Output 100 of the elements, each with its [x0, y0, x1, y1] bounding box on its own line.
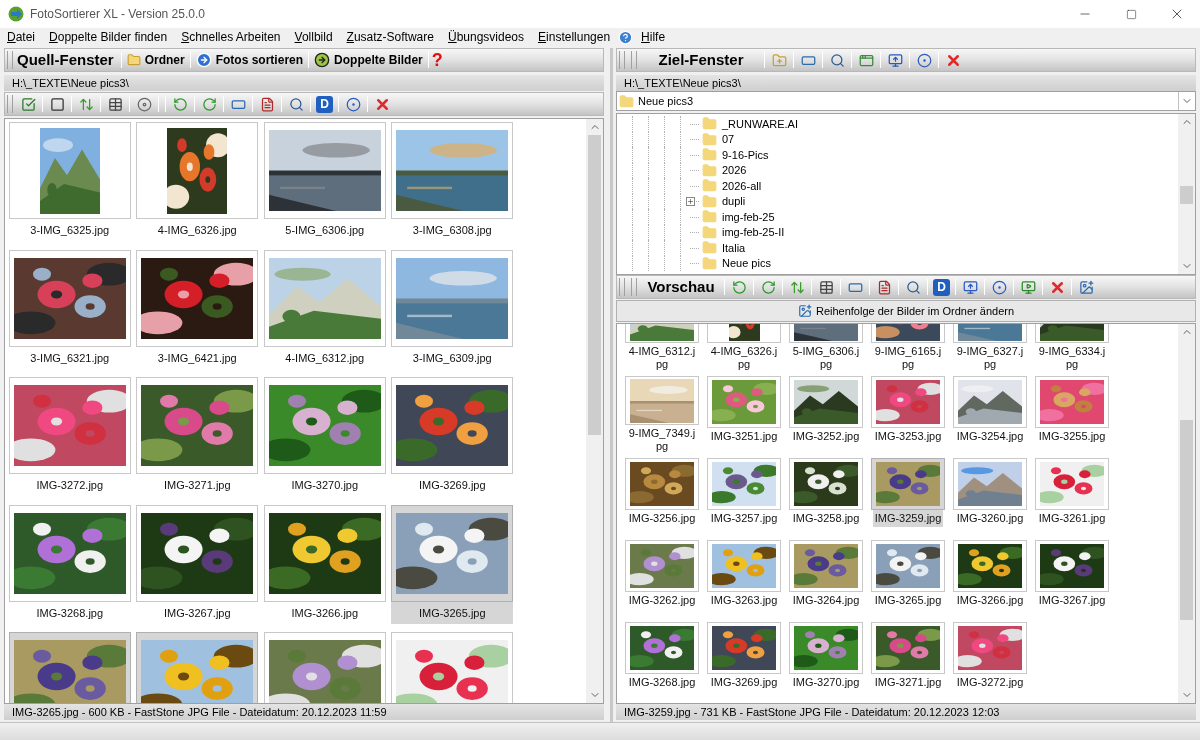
thumbnail[interactable] — [871, 376, 945, 428]
thumbnail[interactable] — [391, 632, 514, 703]
file-name: 3-IMG_6308.jpg — [412, 223, 492, 238]
menu-item[interactable]: Einstellungen — [532, 28, 617, 46]
status-text: IMG-3265.jpg - 600 KB - FastStone JPG File - Dateidatum: 20.12.2023 11:59 — [12, 704, 387, 720]
thumbnail[interactable] — [8, 377, 131, 474]
thumbnail[interactable] — [391, 249, 514, 347]
thumbnail[interactable] — [625, 622, 699, 674]
thumbnail[interactable] — [1035, 458, 1109, 510]
thumbnail[interactable] — [707, 622, 781, 674]
reorder-button[interactable]: Reihenfolge der Bilder im Ordner ändern — [616, 300, 1196, 322]
thumbnail[interactable] — [136, 504, 259, 602]
tree-item[interactable]: img-feb-25-II — [720, 224, 787, 241]
thumbnail[interactable] — [263, 249, 386, 347]
arrow-right-icon — [314, 52, 331, 68]
folder-dropdown[interactable]: Neue pics3 — [616, 91, 1196, 111]
thumbnail[interactable] — [263, 632, 386, 703]
menu-item[interactable]: Vollbild — [288, 28, 339, 46]
tree-item[interactable]: Italia — [720, 239, 748, 256]
tree-item[interactable]: dupli — [720, 193, 748, 210]
thumbnail[interactable] — [789, 458, 863, 510]
tree-item[interactable]: 2026 — [720, 162, 749, 179]
thumbnail[interactable] — [871, 458, 945, 510]
thumbnail[interactable] — [263, 122, 386, 219]
file-name: IMG-3266.jpg — [956, 594, 1024, 607]
tree-item[interactable]: 07 — [720, 131, 737, 148]
toolbar-button[interactable]: Fotos sortieren — [193, 51, 306, 69]
tree-item[interactable]: _RUNWARE.AI — [720, 115, 800, 132]
thumbnail[interactable] — [625, 458, 699, 510]
thumbnail[interactable] — [953, 458, 1027, 510]
menu-item[interactable]: Hilfe — [635, 28, 672, 46]
thumbnail[interactable] — [789, 376, 863, 428]
thumbnail[interactable] — [136, 249, 259, 347]
app-logo-icon — [8, 6, 24, 22]
thumbnail[interactable] — [136, 632, 259, 703]
thumbnail[interactable] — [263, 377, 386, 474]
thumbnail[interactable] — [391, 122, 514, 219]
menu-item[interactable]: Schnelles Arbeiten — [175, 28, 287, 46]
thumbnail[interactable] — [625, 376, 699, 425]
tree-item[interactable]: img-feb-25 — [720, 208, 777, 225]
thumbnail[interactable] — [263, 504, 386, 602]
file-name: IMG-3269.jpg — [418, 478, 486, 493]
tree-item[interactable]: 2026-all — [720, 177, 764, 194]
scroll-thumb[interactable] — [1180, 420, 1193, 620]
file-name: IMG-3255.jpg — [1038, 430, 1106, 443]
file-name: 4-IMG_6312.jpg — [627, 345, 697, 371]
folder-icon — [702, 131, 717, 147]
folder-path: H:\_TEXTE\Neue pics3\ — [12, 75, 129, 91]
thumbnail[interactable] — [136, 122, 259, 219]
thumbnail[interactable] — [391, 504, 514, 602]
thumbnail[interactable] — [871, 540, 945, 592]
toolbar-button[interactable]: Ordner — [124, 51, 187, 69]
thumbnail[interactable] — [707, 376, 781, 428]
file-name: IMG-3262.jpg — [628, 594, 696, 607]
thumbnail[interactable] — [1035, 376, 1109, 428]
scrollbar[interactable] — [586, 119, 603, 703]
scrollbar[interactable] — [1178, 114, 1195, 274]
tree-item[interactable]: 9-16-Pics — [720, 146, 771, 163]
thumbnail[interactable] — [789, 540, 863, 592]
tree-item[interactable]: Neue pics — [720, 255, 773, 272]
thumbnail[interactable] — [789, 622, 863, 674]
expand-icon[interactable] — [685, 196, 695, 206]
thumbnail[interactable] — [707, 540, 781, 592]
thumbnail[interactable] — [8, 504, 131, 602]
toolbar-button[interactable]: Doppelte Bilder — [312, 51, 425, 69]
menu-item[interactable]: Doppelte Bilder finden — [43, 28, 174, 46]
folder-icon — [702, 209, 717, 225]
file-name: IMG-3267.jpg — [1038, 594, 1106, 607]
folder-path: H:\_TEXTE\Neue pics3\ — [624, 75, 741, 91]
file-name: 9-IMG_6327.jpg — [955, 345, 1025, 371]
file-name: IMG-3268.jpg — [628, 676, 696, 689]
menu-item[interactable]: Übungsvideos — [441, 28, 531, 46]
d-button[interactable]: D — [316, 95, 333, 113]
thumbnail[interactable] — [8, 122, 131, 219]
maximize-icon — [1125, 8, 1137, 20]
scroll-thumb[interactable] — [1180, 186, 1193, 204]
d-button[interactable]: D — [933, 278, 950, 296]
scrollbar[interactable] — [1178, 324, 1195, 703]
thumbnail[interactable] — [1035, 540, 1109, 592]
file-name: 5-IMG_6306.jpg — [791, 345, 861, 371]
thumbnail[interactable] — [391, 377, 514, 474]
file-name: 4-IMG_6326.jpg — [709, 345, 779, 371]
menu-item[interactable]: Zusatz-Software — [340, 28, 440, 46]
help-mark[interactable]: ? — [431, 51, 443, 69]
thumbnail[interactable] — [953, 622, 1027, 674]
file-name: IMG-3271.jpg — [874, 676, 942, 689]
thumbnail[interactable] — [953, 376, 1027, 428]
folder-icon — [702, 116, 717, 132]
scroll-thumb[interactable] — [588, 135, 601, 435]
arrow-right-icon — [195, 52, 212, 68]
thumbnail[interactable] — [8, 249, 131, 347]
thumbnail[interactable] — [707, 458, 781, 510]
thumbnail[interactable] — [625, 540, 699, 592]
thumbnail[interactable] — [8, 632, 131, 703]
file-name: 3-IMG_6325.jpg — [30, 223, 110, 238]
thumbnail[interactable] — [953, 540, 1027, 592]
menu-item[interactable]: Datei — [1, 28, 42, 46]
file-name: IMG-3264.jpg — [792, 594, 860, 607]
thumbnail[interactable] — [871, 622, 945, 674]
thumbnail[interactable] — [136, 377, 259, 474]
